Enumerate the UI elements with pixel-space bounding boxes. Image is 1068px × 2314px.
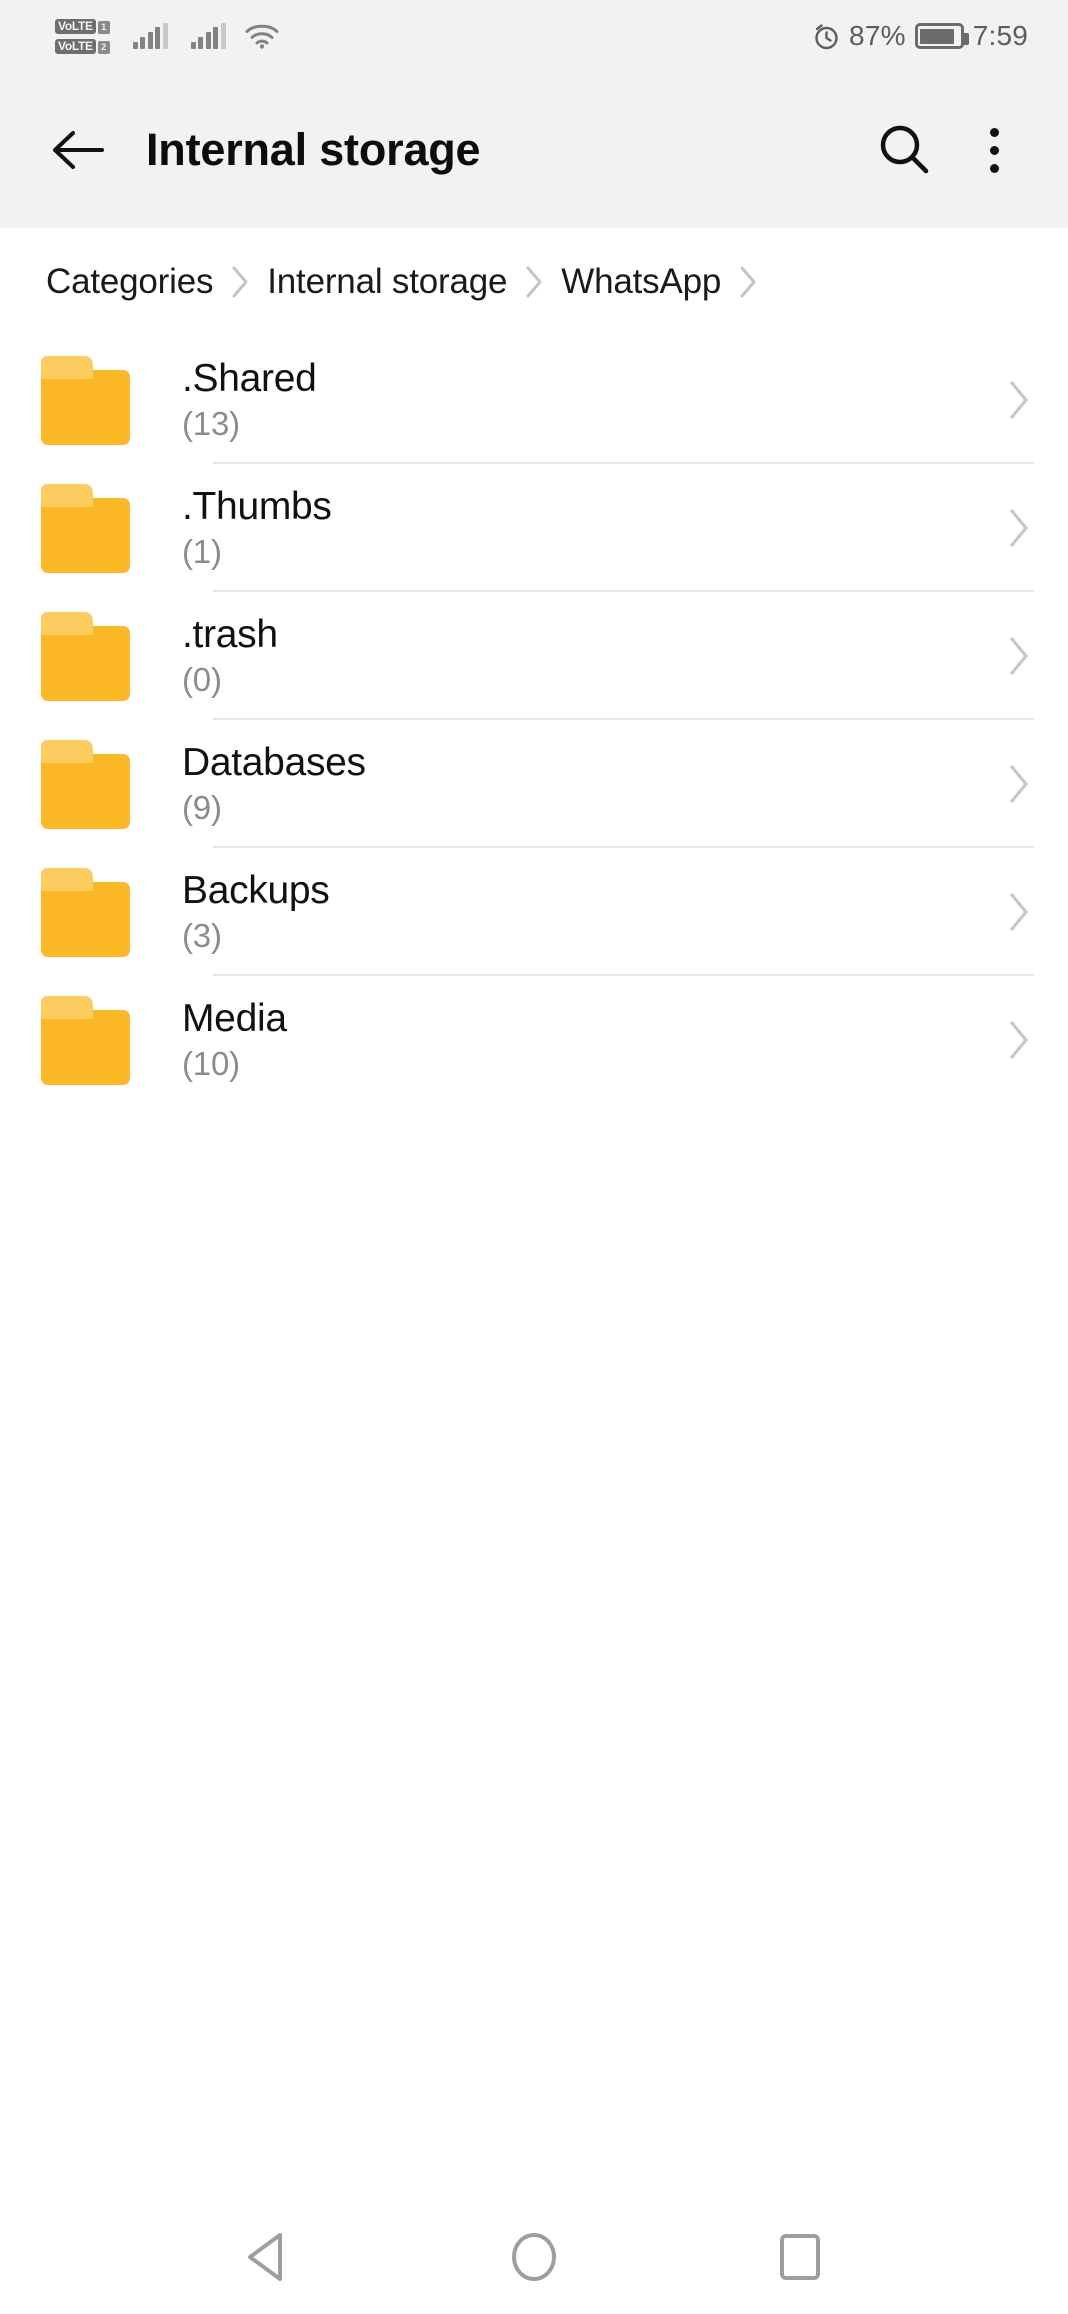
- navigation-bar: [0, 2200, 1068, 2314]
- list-item-name: .Thumbs: [182, 484, 332, 528]
- list-item[interactable]: .Shared (13): [0, 336, 1068, 464]
- list-item-text: Media (10): [182, 996, 287, 1082]
- list-item[interactable]: Databases (9): [0, 720, 1068, 848]
- folder-icon: [41, 483, 130, 573]
- volte-sim1: VoLTE 1: [55, 18, 110, 34]
- nav-back-triangle-icon: [248, 2233, 282, 2281]
- chevron-right-icon: [1006, 891, 1032, 933]
- search-button[interactable]: [872, 118, 936, 182]
- wifi-icon: [245, 23, 279, 49]
- list-item[interactable]: Media (10): [0, 976, 1068, 1104]
- app-bar-actions: [872, 118, 1068, 182]
- list-item-name: .trash: [182, 612, 278, 656]
- list-item-text: Databases (9): [182, 740, 366, 826]
- list-item-count: (1): [182, 532, 222, 570]
- chevron-right-icon: [229, 265, 251, 299]
- list-item-text: Backups (3): [182, 868, 330, 954]
- breadcrumb-item-internal-storage[interactable]: Internal storage: [267, 262, 507, 302]
- nav-home-button[interactable]: [486, 2209, 582, 2305]
- status-bar: VoLTE 1 VoLTE 2 87% 7:59: [0, 0, 1068, 72]
- search-icon: [880, 125, 929, 174]
- folder-icon: [41, 995, 130, 1085]
- list-item-count: (10): [182, 1044, 240, 1082]
- sim2-number: 2: [97, 40, 110, 54]
- volte-icon: VoLTE: [55, 38, 96, 54]
- volte-indicators: VoLTE 1 VoLTE 2: [55, 18, 110, 54]
- clock-label: 7:59: [972, 20, 1028, 51]
- status-bar-left: VoLTE 1 VoLTE 2: [0, 18, 279, 54]
- volte-icon: VoLTE: [55, 18, 96, 34]
- page-title: Internal storage: [146, 124, 481, 175]
- sim1-number: 1: [97, 20, 110, 34]
- folder-list: .Shared (13) .Thumbs (1) .trash (0) Data…: [0, 336, 1068, 1104]
- overflow-menu-button[interactable]: [962, 118, 1026, 182]
- status-bar-right: 87% 7:59: [813, 20, 1068, 52]
- breadcrumb-item-whatsapp[interactable]: WhatsApp: [561, 262, 721, 302]
- signal-bars-icon: [132, 23, 168, 49]
- chevron-right-icon: [737, 265, 759, 299]
- list-item-name: Databases: [182, 740, 366, 784]
- nav-recents-square-icon: [780, 2234, 820, 2280]
- list-item-text: .Thumbs (1): [182, 484, 332, 570]
- chevron-right-icon: [1006, 507, 1032, 549]
- nav-back-button[interactable]: [220, 2209, 316, 2305]
- nav-recents-button[interactable]: [752, 2209, 848, 2305]
- list-item-text: .Shared (13): [182, 356, 317, 442]
- list-item-count: (9): [182, 788, 222, 826]
- list-item-name: Backups: [182, 868, 330, 912]
- chevron-right-icon: [1006, 635, 1032, 677]
- list-item-count: (0): [182, 660, 222, 698]
- chevron-right-icon: [523, 265, 545, 299]
- list-item-count: (13): [182, 404, 240, 442]
- breadcrumb-item-categories[interactable]: Categories: [46, 262, 213, 302]
- breadcrumb: Categories Internal storage WhatsApp: [0, 228, 1068, 336]
- list-item[interactable]: .trash (0): [0, 592, 1068, 720]
- volte-sim2: VoLTE 2: [55, 38, 110, 54]
- battery-percent-label: 87%: [849, 20, 906, 51]
- arrow-left-icon: [53, 131, 104, 169]
- list-item-count: (3): [182, 916, 222, 954]
- folder-icon: [41, 611, 130, 701]
- chevron-right-icon: [1006, 1019, 1032, 1061]
- alarm-icon: [813, 23, 840, 50]
- overflow-menu-icon: [989, 127, 999, 173]
- folder-icon: [41, 739, 130, 829]
- list-item[interactable]: Backups (3): [0, 848, 1068, 976]
- phone-screen: VoLTE 1 VoLTE 2 87% 7:59 Internal storag…: [0, 0, 1068, 2314]
- list-item-text: .trash (0): [182, 612, 278, 698]
- list-item-name: .Shared: [182, 356, 317, 400]
- folder-icon: [41, 867, 130, 957]
- chevron-right-icon: [1006, 763, 1032, 805]
- battery-icon: [914, 23, 969, 49]
- list-item-name: Media: [182, 996, 287, 1040]
- app-bar: Internal storage: [0, 72, 1068, 228]
- chevron-right-icon: [1006, 379, 1032, 421]
- nav-home-circle-icon: [512, 2233, 556, 2281]
- folder-icon: [41, 355, 130, 445]
- signal-bars-icon: [190, 23, 226, 49]
- list-item[interactable]: .Thumbs (1): [0, 464, 1068, 592]
- back-button[interactable]: [48, 120, 108, 180]
